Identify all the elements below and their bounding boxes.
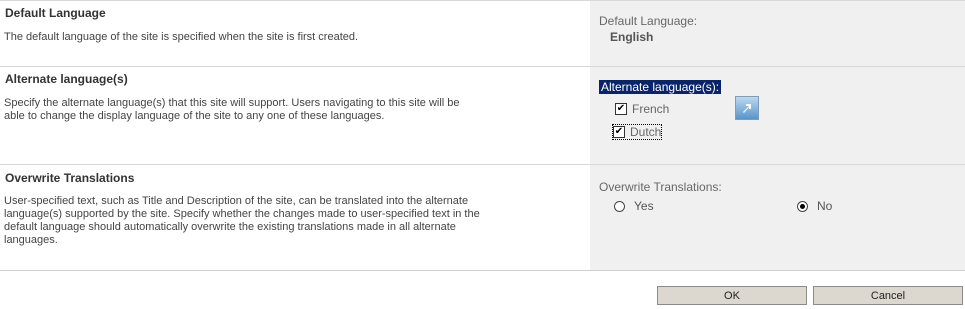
arrow-up-right-icon [743, 104, 751, 113]
default-language-field-panel: Default Language: English [590, 1, 965, 67]
radio-no[interactable] [797, 200, 808, 212]
checkbox-dutch-row[interactable]: ✔ Dutch [611, 124, 663, 140]
default-language-value: English [610, 30, 654, 44]
overwrite-translations-section: Overwrite Translations User-specified te… [0, 164, 965, 271]
alternate-languages-description: Specify the alternate language(s) that t… [4, 97, 460, 122]
overwrite-translations-title: Overwrite Translations [5, 171, 135, 185]
radio-yes-row[interactable]: Yes [614, 199, 654, 213]
alternate-languages-description-panel: Alternate language(s) Specify the altern… [0, 67, 590, 165]
cancel-button[interactable]: Cancel [813, 286, 963, 305]
alternate-languages-section: Alternate language(s) Specify the altern… [0, 66, 965, 165]
alternate-languages-title: Alternate language(s) [5, 72, 128, 86]
overwrite-translations-label: Overwrite Translations: [599, 180, 722, 194]
default-language-description-panel: Default Language The default language of… [0, 1, 590, 67]
radio-no-label: No [817, 199, 833, 213]
radio-yes[interactable] [614, 200, 625, 212]
alternate-languages-field-panel: Alternate language(s): ✔ French ✔ Dutch [590, 67, 965, 165]
radio-no-row[interactable]: No [797, 199, 832, 213]
overwrite-translations-description: User-specified text, such as Title and D… [4, 195, 480, 246]
overwrite-translations-field-panel: Overwrite Translations: Yes No [590, 165, 965, 271]
form-divider [0, 270, 965, 271]
default-language-title: Default Language [5, 6, 106, 20]
overwrite-translations-description-panel: Overwrite Translations User-specified te… [0, 165, 590, 271]
default-language-description: The default language of the site is spec… [4, 31, 359, 43]
checkbox-dutch-label: Dutch [630, 125, 662, 139]
default-language-label: Default Language: [599, 14, 698, 28]
checkbox-dutch[interactable]: ✔ [613, 126, 625, 138]
radio-yes-label: Yes [634, 199, 654, 213]
checkbox-french-label: French [632, 102, 670, 116]
ok-button[interactable]: OK [657, 286, 807, 305]
expand-arrow-icon[interactable] [735, 96, 759, 120]
checkbox-french[interactable]: ✔ [615, 103, 627, 115]
alternate-languages-label: Alternate language(s): [599, 80, 722, 94]
checkbox-french-row[interactable]: ✔ French [615, 102, 669, 116]
default-language-section: Default Language The default language of… [0, 0, 965, 67]
